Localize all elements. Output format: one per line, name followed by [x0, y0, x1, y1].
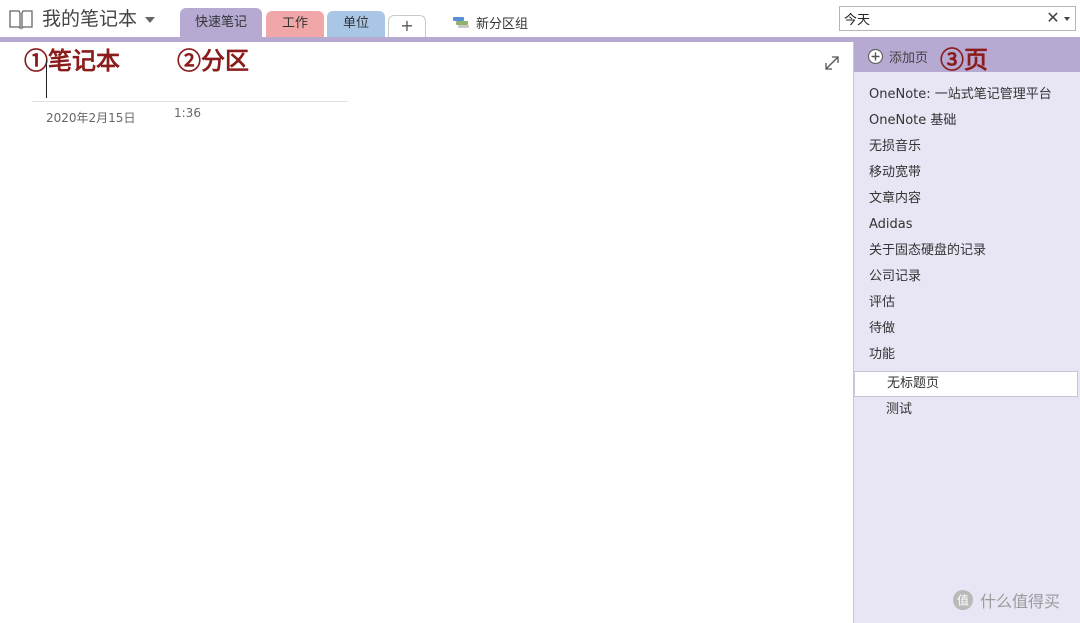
- text-cursor: [46, 60, 47, 98]
- search-input[interactable]: [844, 9, 1040, 28]
- page-item[interactable]: OneNote 基础: [854, 108, 1080, 134]
- plus-circle-icon: [867, 48, 884, 64]
- page-list-pane: 添加页 ③页 OneNote: 一站式笔记管理平台 OneNote 基础 无损音…: [853, 42, 1080, 623]
- tab-work[interactable]: 工作: [266, 11, 324, 37]
- top-bar: 我的笔记本 快速笔记 工作 单位 + 新分区组 ✕: [0, 0, 1080, 37]
- add-page-label: 添加页: [889, 50, 929, 66]
- tab-quick-notes[interactable]: 快速笔记: [180, 8, 262, 37]
- close-icon[interactable]: ✕: [1046, 9, 1060, 27]
- page-item-selected[interactable]: 无标题页: [854, 371, 1078, 397]
- page-item[interactable]: 关于固态硬盘的记录: [854, 238, 1080, 264]
- new-section-group-button[interactable]: 新分区组: [452, 12, 528, 32]
- notebook-title: 我的笔记本: [42, 8, 138, 30]
- add-page-button[interactable]: 添加页: [867, 46, 928, 66]
- page-item[interactable]: Adidas: [854, 212, 1080, 238]
- section-group-icon: [453, 17, 469, 28]
- page-item[interactable]: 待做: [854, 316, 1080, 342]
- page-item[interactable]: 测试: [854, 397, 1080, 423]
- search-box: ✕: [839, 6, 1076, 31]
- add-section-button[interactable]: +: [388, 15, 426, 37]
- annotation-page: ③页: [940, 45, 988, 74]
- page-item[interactable]: OneNote: 一站式笔记管理平台: [854, 82, 1080, 108]
- page-title-underline: [32, 101, 348, 102]
- watermark: 值 什么值得买: [952, 589, 1060, 611]
- watermark-label: 什么值得买: [980, 592, 1061, 611]
- page-item[interactable]: 公司记录: [854, 264, 1080, 290]
- chevron-down-icon: [145, 17, 156, 23]
- tab-unit[interactable]: 单位: [327, 11, 385, 37]
- page-time: 1:36: [174, 106, 201, 120]
- page-date: 2020年2月15日: [46, 111, 136, 125]
- notebook-icon: [9, 10, 33, 30]
- annotation-notebook: ①笔记本: [24, 46, 120, 75]
- new-section-group-label: 新分区组: [476, 16, 529, 32]
- page-canvas[interactable]: ①笔记本 ②分区 2020年2月15日 1:36: [0, 42, 853, 623]
- page-item[interactable]: 功能: [854, 342, 1080, 368]
- annotation-section: ②分区: [177, 46, 249, 75]
- page-item[interactable]: 评估: [854, 290, 1080, 316]
- notebook-switcher[interactable]: 我的笔记本: [8, 6, 156, 32]
- page-item[interactable]: 移动宽带: [854, 160, 1080, 186]
- watermark-logo-icon: 值: [953, 590, 973, 610]
- page-item[interactable]: 文章内容: [854, 186, 1080, 212]
- svg-text:值: 值: [957, 593, 969, 608]
- search-scope-dropdown-icon[interactable]: [1064, 17, 1070, 21]
- expand-icon[interactable]: [823, 54, 841, 72]
- add-page-bar: 添加页 ③页: [854, 42, 1080, 74]
- page-item[interactable]: 无损音乐: [854, 134, 1080, 160]
